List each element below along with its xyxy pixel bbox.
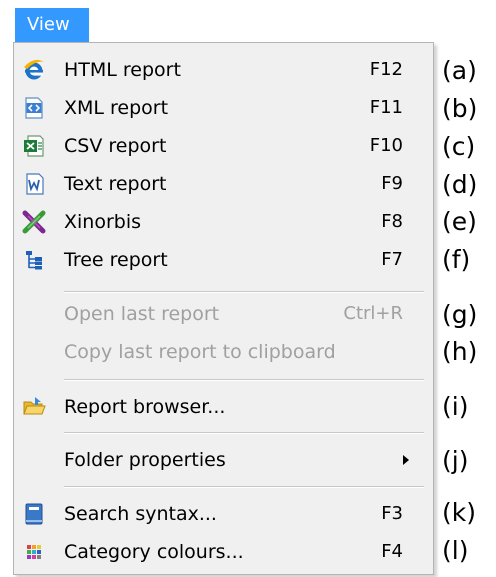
menu-item-xml-report[interactable]: XML report F11 xyxy=(14,89,433,127)
annotation-label: (k) xyxy=(442,498,476,527)
menu-item-report-browser[interactable]: Report browser... xyxy=(14,388,433,426)
view-menu-title[interactable]: View xyxy=(15,8,89,42)
menu-item-label: Tree report xyxy=(64,249,168,271)
excel-document-icon xyxy=(24,135,44,157)
menu-item-label: Folder properties xyxy=(64,449,226,471)
menu-item-folder-properties[interactable]: Folder properties xyxy=(14,441,433,479)
menu-separator xyxy=(64,291,424,293)
menu-item-label: Text report xyxy=(64,173,167,195)
menu-item-shortcut: F9 xyxy=(381,173,403,194)
annotation-label: (i) xyxy=(442,392,469,421)
menu-item-category-colours[interactable]: Category colours... F4 xyxy=(14,533,433,571)
menu-item-open-last-report: Open last report Ctrl+R xyxy=(14,295,433,333)
menu-item-xinorbis[interactable]: Xinorbis F8 xyxy=(14,203,433,241)
menu-item-label: CSV report xyxy=(64,135,167,157)
menu-item-shortcut: F7 xyxy=(381,249,403,270)
menu-separator xyxy=(64,379,424,381)
annotation-label: (g) xyxy=(442,300,478,329)
menu-item-label: Xinorbis xyxy=(64,211,142,233)
folder-open-icon xyxy=(23,397,46,415)
menu-item-shortcut: F10 xyxy=(369,135,403,156)
menu-item-label: Category colours... xyxy=(64,541,244,563)
internet-explorer-icon xyxy=(24,59,44,80)
menu-item-label: Report browser... xyxy=(64,396,226,418)
xml-document-icon xyxy=(25,97,43,119)
annotation-label: (a) xyxy=(442,56,477,85)
annotation-label: (d) xyxy=(442,170,478,199)
menu-item-tree-report[interactable]: Tree report F7 xyxy=(14,241,433,279)
annotation-label: (e) xyxy=(442,207,477,236)
menu-item-csv-report[interactable]: CSV report F10 xyxy=(14,127,433,165)
view-dropdown-menu: HTML report F12 XML report F11 CSV repor… xyxy=(13,42,434,575)
color-grid-icon xyxy=(27,545,41,559)
tree-icon xyxy=(26,251,42,270)
menu-item-shortcut: F11 xyxy=(369,97,403,118)
book-icon xyxy=(25,503,43,525)
word-document-icon xyxy=(26,173,44,195)
menu-separator xyxy=(64,486,424,488)
menu-item-shortcut: F4 xyxy=(381,541,403,562)
menu-item-text-report[interactable]: Text report F9 xyxy=(14,165,433,203)
menu-item-label: HTML report xyxy=(64,59,181,81)
xinorbis-icon xyxy=(22,210,46,234)
menu-item-shortcut: F8 xyxy=(381,211,403,232)
menu-item-html-report[interactable]: HTML report F12 xyxy=(14,51,433,89)
annotation-label: (f) xyxy=(442,245,471,274)
menu-separator xyxy=(64,432,424,434)
menu-item-copy-last-report: Copy last report to clipboard xyxy=(14,333,433,371)
menu-item-shortcut: F12 xyxy=(369,59,403,80)
menu-item-search-syntax[interactable]: Search syntax... F3 xyxy=(14,495,433,533)
submenu-arrow-icon xyxy=(403,455,409,465)
annotation-label: (j) xyxy=(442,446,469,475)
menu-item-label: Open last report xyxy=(64,303,220,325)
menu-item-shortcut: F3 xyxy=(381,503,403,524)
menu-item-label: Copy last report to clipboard xyxy=(64,341,336,363)
annotation-label: (c) xyxy=(442,132,476,161)
menu-item-shortcut: Ctrl+R xyxy=(343,303,403,324)
annotation-label: (b) xyxy=(442,94,478,123)
annotation-label: (l) xyxy=(442,536,469,565)
annotation-label: (h) xyxy=(442,337,478,366)
menu-item-label: Search syntax... xyxy=(64,503,217,525)
menu-item-label: XML report xyxy=(64,97,169,119)
